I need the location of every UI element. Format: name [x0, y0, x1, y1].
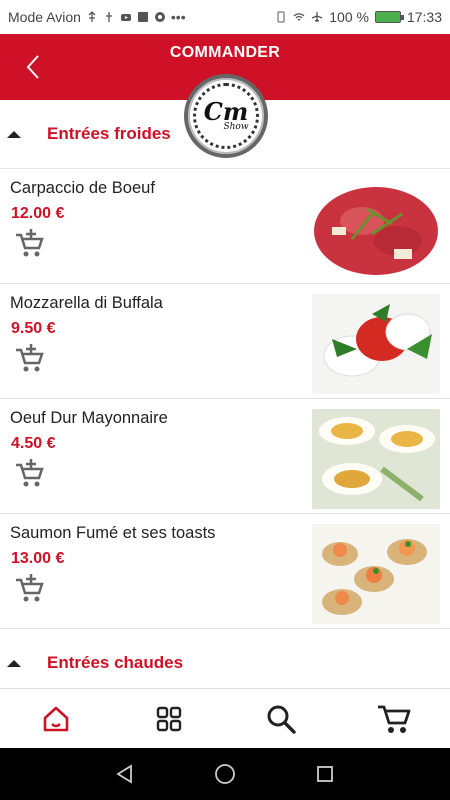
system-recents-button[interactable]: [310, 759, 340, 789]
list-item[interactable]: Saumon Fumé et ses toasts 13.00 €: [0, 514, 450, 629]
item-price: 9.50 €: [11, 320, 56, 337]
item-price: 13.00 €: [11, 550, 65, 567]
home-icon: [43, 706, 69, 731]
system-home-button[interactable]: [210, 759, 240, 789]
item-name: Saumon Fumé et ses toasts: [10, 524, 216, 542]
carrier-label: Mode Avion: [8, 9, 81, 25]
status-bar: Mode Avion ••• 100 % 17:33: [0, 0, 450, 34]
salmon-toasts-image: [312, 524, 440, 624]
usb-icon: [88, 11, 96, 22]
airplane-icon: [312, 12, 323, 22]
eggs-image: [312, 409, 440, 509]
cart-icon: [377, 705, 411, 733]
caret-up-icon: [7, 130, 21, 138]
item-price: 12.00 €: [11, 205, 65, 222]
section-header-entrees-chaudes[interactable]: Entrées chaudes: [0, 629, 450, 687]
youtube-icon: [120, 14, 131, 21]
clock: 17:33: [406, 9, 442, 25]
nav-search[interactable]: [225, 689, 338, 749]
triangle-back-icon: [116, 764, 132, 784]
list-item[interactable]: Mozzarella di Buffala 9.50 €: [0, 284, 450, 399]
search-icon: [267, 705, 296, 734]
chrome-icon: [154, 12, 165, 22]
usb-icon: [105, 12, 112, 22]
add-to-cart-icon[interactable]: [12, 227, 46, 261]
system-back-button[interactable]: [110, 759, 140, 789]
menu-list: Entrées froides Carpaccio de Boeuf 12.00…: [0, 100, 450, 687]
item-name: Carpaccio de Boeuf: [10, 179, 155, 197]
logo-sub-text: Show: [223, 122, 249, 132]
battery-icon: [374, 11, 404, 23]
nav-categories[interactable]: [113, 689, 226, 749]
caret-up-icon: [7, 659, 21, 667]
battery-percent: 100 %: [329, 9, 369, 25]
logo-main-text: Cm: [203, 97, 249, 126]
item-price: 4.50 €: [11, 435, 56, 452]
add-to-cart-icon[interactable]: [12, 457, 46, 491]
more-notifications-icon: •••: [170, 9, 186, 25]
section-title: Entrées froides: [47, 124, 171, 143]
grid-icon: [156, 706, 181, 731]
item-name: Oeuf Dur Mayonnaire: [10, 409, 168, 427]
bottom-nav: [0, 688, 450, 748]
nav-home[interactable]: [0, 689, 113, 749]
mozzarella-image: [312, 294, 440, 394]
wifi-icon: [293, 13, 305, 21]
list-item[interactable]: Oeuf Dur Mayonnaire 4.50 €: [0, 399, 450, 514]
page-title: COMMANDER: [169, 44, 281, 61]
maps-icon: [137, 12, 148, 22]
vibrate-icon: [277, 11, 285, 23]
circle-home-icon: [215, 764, 235, 784]
add-to-cart-icon[interactable]: [12, 572, 46, 606]
square-recents-icon: [317, 766, 333, 782]
item-name: Mozzarella di Buffala: [10, 294, 163, 312]
nav-cart[interactable]: [338, 689, 450, 749]
list-item[interactable]: Carpaccio de Boeuf 12.00 €: [0, 169, 450, 284]
carpaccio-image: [312, 179, 440, 279]
add-to-cart-icon[interactable]: [12, 342, 46, 376]
system-nav-bar: [0, 748, 450, 800]
section-title: Entrées chaudes: [47, 653, 184, 672]
restaurant-logo: Cm Show: [184, 74, 268, 158]
